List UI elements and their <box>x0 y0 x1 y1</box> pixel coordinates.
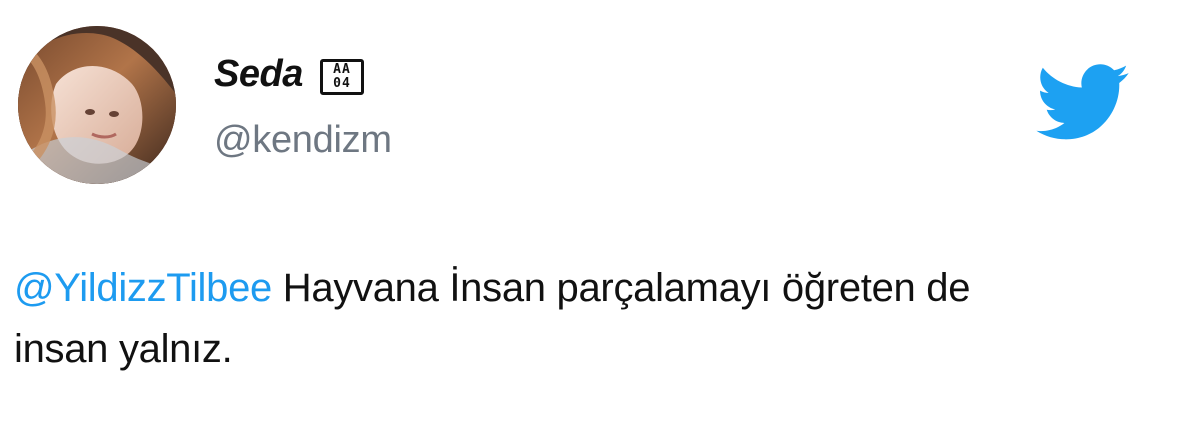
tweet-text: @YildizzTilbee Hayvana İnsan parçalamayı… <box>14 258 1014 380</box>
mention-link[interactable]: @YildizzTilbee <box>14 266 272 310</box>
username[interactable]: @kendizm <box>214 118 392 162</box>
avatar[interactable] <box>18 26 176 184</box>
badge-text: AA 04 <box>333 62 351 91</box>
avatar-photo <box>18 26 176 184</box>
display-name[interactable]: Seda <box>214 52 303 96</box>
tweet-card: Seda AA 04 @kendizm @YildizzTilbee Hayva… <box>0 0 1200 442</box>
name-badge: AA 04 <box>320 59 364 95</box>
twitter-bird-icon[interactable] <box>1036 63 1129 141</box>
